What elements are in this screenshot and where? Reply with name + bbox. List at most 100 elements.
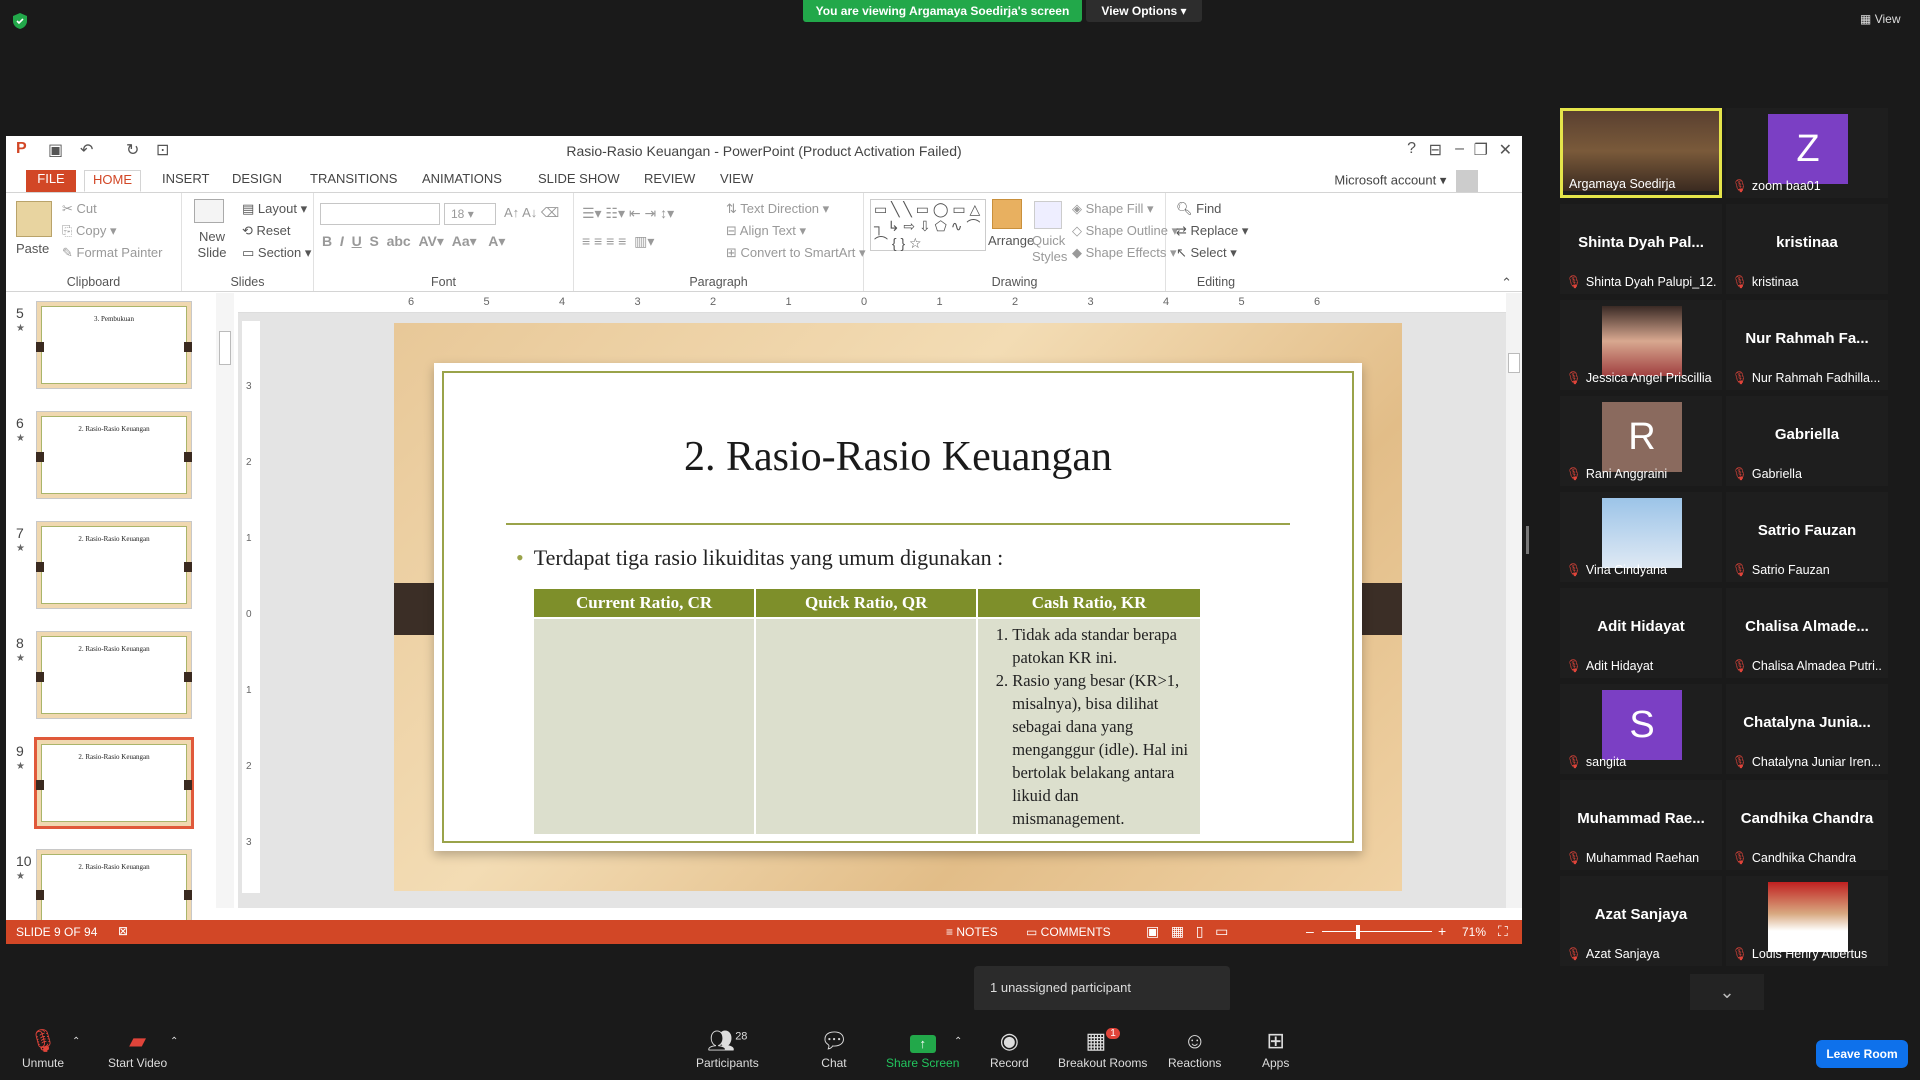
participant-tile[interactable]: 🎙︎ Vina Cindyana [1560, 492, 1722, 582]
share-options-icon[interactable]: ⌃ [954, 1036, 962, 1047]
tab-file[interactable]: FILE [26, 170, 76, 192]
shape-fill-button[interactable]: ◈ Shape Fill ▾ [1072, 201, 1154, 217]
participant-tile[interactable]: 🎙︎ Jessica Angel Priscillia [1560, 300, 1722, 390]
copy-button[interactable]: ⎘ Copy ▾ [62, 223, 117, 239]
thumbnails-scroll-thumb[interactable] [219, 331, 231, 365]
slide-edit-area[interactable]: 6 5 4 3 2 1 0 1 2 3 4 5 6 3 2 1 0 1 2 3 2. Rasio-Rasio Keu… [238, 293, 1522, 908]
tab-home[interactable]: HOME [84, 170, 141, 192]
minimize-icon[interactable]: – [1455, 140, 1464, 158]
participant-tile[interactable]: Muhammad Rae... 🎙︎ Muhammad Raehan [1560, 780, 1722, 870]
text-direction-button[interactable]: ⇅ Text Direction ▾ [726, 201, 829, 217]
grow-font-icon[interactable]: A↑ A↓ ⌫ [504, 205, 559, 221]
zoom-slider[interactable] [1322, 931, 1432, 932]
quick-styles-button[interactable]: Quick Styles [1032, 233, 1072, 265]
slide-thumbnail[interactable]: 2. Rasio-Rasio Keuangan [36, 521, 192, 609]
view-mode-icons[interactable]: ▣ ▦ ▯ ▭ [1146, 923, 1228, 940]
quick-styles-icon[interactable] [1034, 201, 1062, 229]
leave-room-button[interactable]: Leave Room [1816, 1040, 1908, 1068]
convert-smartart-button[interactable]: ⊞ Convert to SmartArt ▾ [726, 245, 866, 261]
shield-icon[interactable] [12, 12, 28, 30]
slide-bullet[interactable]: • Terdapat tiga rasio likuiditas yang umu… [516, 545, 1003, 571]
close-icon[interactable]: ✕ [1499, 140, 1512, 160]
participant-tile[interactable]: Satrio Fauzan 🎙︎ Satrio Fauzan [1726, 492, 1888, 582]
tab-animations[interactable]: ANIMATIONS [414, 170, 510, 192]
shape-effects-button[interactable]: ◆ Shape Effects ▾ [1072, 245, 1176, 261]
slide-thumbnails-pane[interactable]: 5 ★ 3. Pembukuan 6 ★ 2. Rasio-Rasio Keuangan 7… [6, 293, 234, 937]
arrange-button[interactable]: Arrange [988, 233, 1034, 248]
new-slide-icon[interactable] [194, 199, 224, 223]
account-menu[interactable]: Microsoft account ▾ [1334, 170, 1478, 192]
font-size-box[interactable]: 18 ▾ [444, 203, 496, 225]
slide-thumbnail[interactable]: 2. Rasio-Rasio Keuangan [36, 631, 192, 719]
tab-slide-show[interactable]: SLIDE SHOW [530, 170, 628, 192]
participant-tile[interactable]: Gabriella 🎙︎ Gabriella [1726, 396, 1888, 486]
zoom-in-icon[interactable]: + [1438, 923, 1446, 939]
tab-insert[interactable]: INSERT [154, 170, 217, 192]
layout-button[interactable]: ▤ Layout ▾ [242, 201, 307, 217]
participant-tile[interactable]: R 🎙︎ Rani Anggraini [1560, 396, 1722, 486]
arrange-icon[interactable] [992, 199, 1022, 229]
paste-icon[interactable] [16, 201, 52, 237]
slide-thumbnail[interactable]: 2. Rasio-Rasio Keuangan [36, 411, 192, 499]
shapes-gallery[interactable]: ▭ ╲ ╲ ▭ ◯ ▭ △ ┐ ↳ ⇨ ⇩ ⬠ ∿ ⌒ ⌒ { } ☆ [870, 199, 986, 251]
maximize-icon[interactable]: ❐ [1474, 140, 1488, 160]
align-icons[interactable]: ≡ ≡ ≡ ≡ ▥▾ [582, 233, 654, 250]
ribbon-display-icon[interactable]: ⊟ [1429, 140, 1442, 160]
edit-scrollbar[interactable] [1506, 293, 1522, 908]
participant-tile[interactable]: Z 🎙︎ zoom baa01 [1726, 108, 1888, 198]
participant-tile[interactable]: Chatalyna Junia... 🎙︎ Chatalyna Juniar Ire… [1726, 684, 1888, 774]
reactions-button[interactable]: ☺ Reactions [1168, 1028, 1221, 1070]
reset-button[interactable]: ⟲ Reset [242, 223, 290, 239]
font-format-icons[interactable]: B I U S abc AV▾ Aa▾ A▾ [322, 233, 505, 250]
cut-button[interactable]: ✂ Cut [62, 201, 97, 217]
participant-tile[interactable]: Shinta Dyah Pal... 🎙︎ Shinta Dyah Palupi_1… [1560, 204, 1722, 294]
format-painter-button[interactable]: ✎ Format Painter [62, 245, 163, 261]
ratio-table[interactable]: Current Ratio, CR Quick Ratio, QR Cash R… [532, 587, 1202, 836]
apps-button[interactable]: ⊞ Apps [1262, 1028, 1289, 1070]
participant-tile[interactable]: Candhika Chandra 🎙︎ Candhika Chandra [1726, 780, 1888, 870]
shape-outline-button[interactable]: ◇ Shape Outline ▾ [1072, 223, 1178, 239]
fit-slide-icon[interactable]: ⛶ [1498, 923, 1508, 940]
edit-scroll-thumb[interactable] [1508, 353, 1520, 373]
font-name-box[interactable] [320, 203, 440, 225]
audio-options-icon[interactable]: ⌃ [72, 1036, 80, 1047]
tab-view[interactable]: VIEW [712, 170, 761, 192]
find-button[interactable]: 🔍︎ Find [1176, 201, 1221, 217]
start-video-button[interactable]: ▰ Start Video [108, 1028, 167, 1070]
zoom-slider-thumb[interactable] [1356, 925, 1360, 939]
video-options-icon[interactable]: ⌃ [170, 1036, 178, 1047]
unmute-button[interactable]: 🎙︎ Unmute [22, 1028, 64, 1070]
tab-design[interactable]: DESIGN [224, 170, 290, 192]
participant-tile[interactable]: Nur Rahmah Fa... 🎙︎ Nur Rahmah Fadhilla... [1726, 300, 1888, 390]
chat-button[interactable]: 💬︎ Chat [820, 1028, 848, 1070]
slide-title[interactable]: 2. Rasio-Rasio Keuangan [444, 433, 1352, 481]
participant-tile[interactable]: Azat Sanjaya 🎙︎ Azat Sanjaya [1560, 876, 1722, 966]
list-icons[interactable]: ☰▾ ☷▾ ⇤ ⇥ ↕▾ [582, 205, 674, 222]
participant-tile[interactable]: Chalisa Almade... 🎙︎ Chalisa Almadea Putri… [1726, 588, 1888, 678]
record-button[interactable]: ◉ Record [990, 1028, 1029, 1070]
replace-button[interactable]: ⇄ Replace ▾ [1176, 223, 1248, 239]
tab-review[interactable]: REVIEW [636, 170, 703, 192]
tab-transitions[interactable]: TRANSITIONS [302, 170, 405, 192]
participant-tile[interactable]: Argamaya Soedirja [1560, 108, 1722, 198]
thumbnails-scrollbar[interactable] [216, 293, 234, 908]
participant-tile[interactable]: kristinaa 🎙︎ kristinaa [1726, 204, 1888, 294]
participant-tile[interactable]: Adit Hidayat 🎙︎ Adit Hidayat [1560, 588, 1722, 678]
chevron-down-icon[interactable]: ⌄ [1690, 974, 1764, 1010]
section-button[interactable]: ▭ Section ▾ [242, 245, 311, 261]
share-screen-button[interactable]: ↑ Share Screen [886, 1028, 959, 1070]
slide-thumbnail[interactable]: 3. Pembukuan [36, 301, 192, 389]
breakout-rooms-button[interactable]: ▦ 1 Breakout Rooms [1058, 1028, 1147, 1070]
zoom-out-icon[interactable]: – [1306, 923, 1314, 939]
panel-divider[interactable] [1526, 526, 1529, 554]
paste-button[interactable]: Paste [16, 241, 49, 256]
comments-button[interactable]: ▭ COMMENTS [1026, 925, 1111, 939]
view-button[interactable]: ▦ View [1860, 12, 1900, 26]
notes-button[interactable]: ≡ NOTES [946, 925, 998, 939]
slide-thumbnail[interactable]: 2. Rasio-Rasio Keuangan [34, 737, 194, 829]
help-icon[interactable]: ? [1407, 140, 1416, 158]
align-text-button[interactable]: ⊟ Align Text ▾ [726, 223, 806, 239]
spell-check-icon[interactable]: ⊠ [118, 924, 128, 938]
participant-tile[interactable]: 🎙︎ Louis Henry Albertus [1726, 876, 1888, 966]
new-slide-button[interactable]: New Slide [196, 229, 228, 261]
